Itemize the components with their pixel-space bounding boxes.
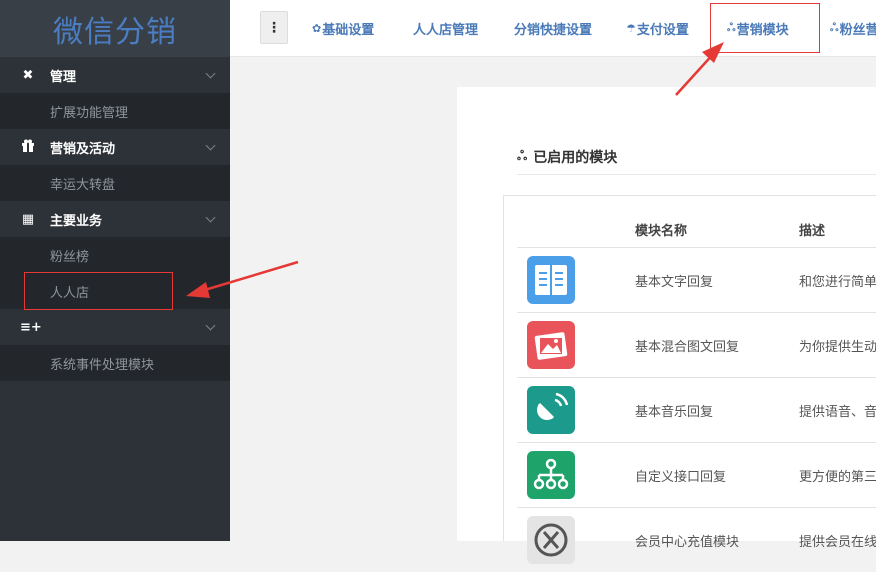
text-reply-icon bbox=[527, 256, 575, 304]
sidebar-group-other[interactable]: ≡+ bbox=[0, 309, 230, 345]
module-name: 基本音乐回复 bbox=[635, 404, 714, 420]
table-row[interactable]: 自定义接口回复 更方便的第三 bbox=[517, 442, 876, 507]
module-description: 提供会员在线 bbox=[799, 534, 876, 550]
module-name: 自定义接口回复 bbox=[635, 469, 727, 485]
news-reply-icon bbox=[527, 321, 575, 369]
module-description: 和您进行简单 bbox=[799, 274, 876, 290]
module-description: 更方便的第三 bbox=[799, 469, 876, 485]
cubes-icon: ஃ bbox=[517, 149, 528, 164]
umbrella-icon: ☂ bbox=[626, 22, 636, 35]
tab-renrendian-manage[interactable]: 人人店管理 bbox=[413, 0, 478, 57]
chevron-down-icon bbox=[205, 140, 216, 151]
sidebar-group-label: 营销及活动 bbox=[50, 141, 116, 157]
module-name: 基本文字回复 bbox=[635, 274, 714, 290]
tab-fans[interactable]: ஃ 粉丝营 bbox=[830, 0, 876, 57]
sidebar-group-marketing[interactable]: 营销及活动 bbox=[0, 129, 230, 165]
more-vert-icon: ⋮ bbox=[267, 19, 281, 36]
sidebar-item-fans-rank[interactable]: 粉丝榜 bbox=[0, 237, 230, 273]
tools-icon: ✖ bbox=[22, 67, 34, 83]
panel-title: ஃ 已启用的模块 bbox=[517, 149, 618, 166]
table-row[interactable]: 基本音乐回复 提供语音、音 bbox=[517, 377, 876, 442]
highlight-box-renrendian bbox=[24, 272, 173, 310]
tab-payment-settings[interactable]: ☂ 支付设置 bbox=[626, 0, 689, 57]
sidebar-group-main-business[interactable]: ▦ 主要业务 bbox=[0, 201, 230, 237]
tab-distribution-quick-settings[interactable]: 分销快捷设置 bbox=[514, 0, 592, 57]
api-reply-icon bbox=[527, 451, 575, 499]
column-header-module-name: 模块名称 bbox=[635, 223, 688, 239]
chevron-down-icon bbox=[205, 212, 216, 223]
sidebar-group-label: 管理 bbox=[50, 69, 77, 85]
divider bbox=[517, 174, 876, 175]
sidebar-item-lucky-wheel[interactable]: 幸运大转盘 bbox=[0, 165, 230, 201]
chevron-down-icon bbox=[205, 320, 216, 331]
tab-basic-settings[interactable]: ✿ 基础设置 bbox=[312, 0, 374, 57]
sidebar-item-extension-manage[interactable]: 扩展功能管理 bbox=[0, 93, 230, 129]
module-name: 会员中心充值模块 bbox=[635, 534, 740, 550]
table-row[interactable]: 基本混合图文回复 为你提供生动 bbox=[517, 312, 876, 377]
list-plus-icon: ≡+ bbox=[20, 319, 42, 335]
table-row[interactable]: 会员中心充值模块 提供会员在线 bbox=[517, 507, 876, 572]
gift-icon bbox=[20, 139, 36, 156]
column-header-description: 描述 bbox=[799, 223, 826, 239]
gear-icon: ✿ bbox=[312, 22, 322, 35]
menu-toggle-button[interactable]: ⋮ bbox=[260, 11, 288, 44]
logo[interactable]: 微信分销 bbox=[0, 0, 230, 57]
chevron-down-icon bbox=[205, 68, 216, 79]
cubes-icon: ஃ bbox=[830, 21, 839, 34]
music-reply-icon bbox=[527, 386, 575, 434]
module-description: 为你提供生动 bbox=[799, 339, 876, 355]
sidebar-group-label: 主要业务 bbox=[50, 213, 103, 229]
recharge-icon bbox=[527, 516, 575, 564]
grid-icon: ▦ bbox=[21, 211, 35, 227]
sidebar: 微信分销 ✖ 管理 扩展功能管理 营销及活动 幸运大转盘 ▦ 主要业务 粉丝榜 … bbox=[0, 0, 230, 541]
logo-text: 微信分销 bbox=[53, 14, 177, 50]
table-row[interactable]: 基本文字回复 和您进行简单 bbox=[517, 247, 876, 312]
module-name: 基本混合图文回复 bbox=[635, 339, 740, 355]
highlight-box-marketing-modules bbox=[710, 3, 820, 53]
sidebar-item-system-events[interactable]: 系统事件处理模块 bbox=[0, 345, 230, 381]
sidebar-group-manage[interactable]: ✖ 管理 bbox=[0, 57, 230, 93]
module-description: 提供语音、音 bbox=[799, 404, 876, 420]
